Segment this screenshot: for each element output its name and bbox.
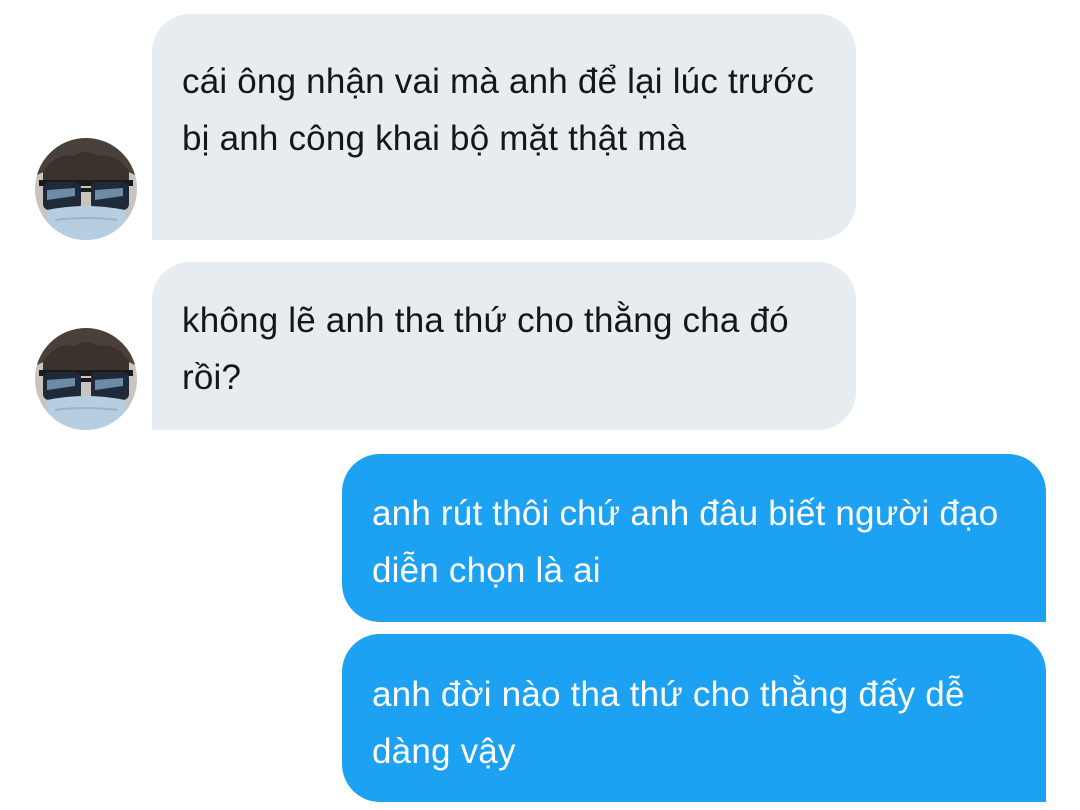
outgoing-message-bubble[interactable]: anh rút thôi chứ anh đâu biết người đạo … bbox=[342, 454, 1046, 622]
sender-avatar[interactable] bbox=[35, 138, 137, 240]
outgoing-message-bubble[interactable]: anh đời nào tha thứ cho thằng đấy dễ dàn… bbox=[342, 634, 1046, 802]
message-text: anh đời nào tha thứ cho thằng đấy dễ dàn… bbox=[372, 675, 965, 771]
incoming-message-bubble[interactable]: cái ông nhận vai mà anh để lại lúc trước… bbox=[152, 14, 856, 240]
message-text: cái ông nhận vai mà anh để lại lúc trước… bbox=[182, 62, 815, 158]
incoming-message-bubble[interactable]: không lẽ anh tha thứ cho thằng cha đó rồ… bbox=[152, 262, 856, 430]
sender-avatar[interactable] bbox=[35, 328, 137, 430]
message-text: anh rút thôi chứ anh đâu biết người đạo … bbox=[372, 494, 999, 590]
message-text: không lẽ anh tha thứ cho thằng cha đó rồ… bbox=[182, 301, 789, 397]
user-avatar-icon bbox=[35, 328, 137, 430]
user-avatar-icon bbox=[35, 138, 137, 240]
